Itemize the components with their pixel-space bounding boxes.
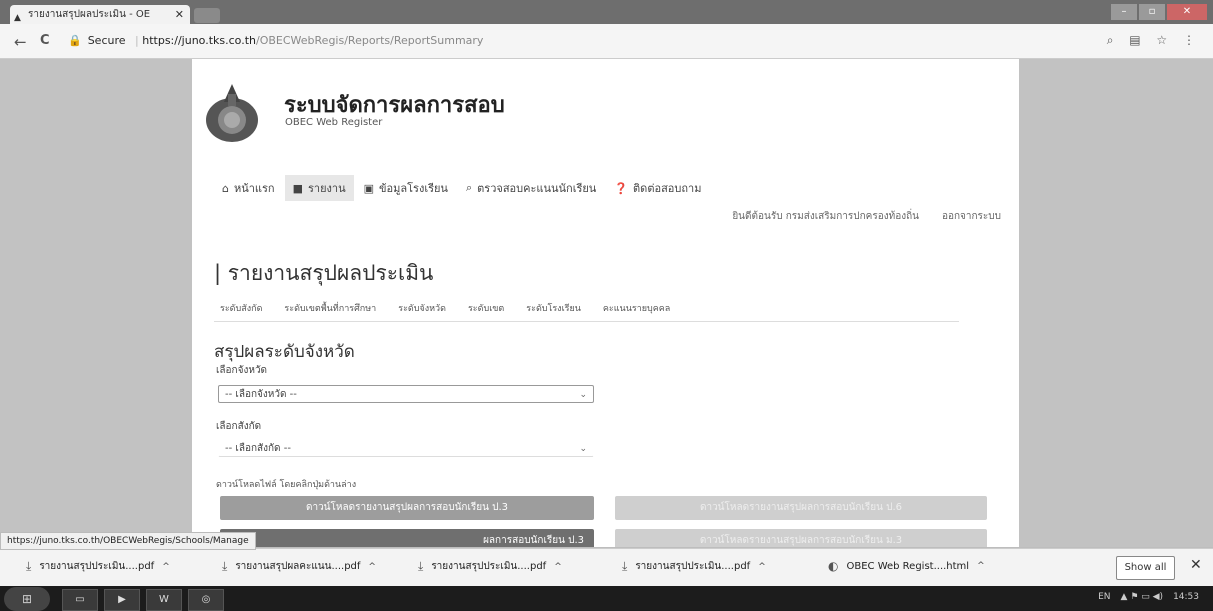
pdf-file-icon: ⤓: [26, 559, 32, 573]
download-m3-button[interactable]: ดาวน์โหลดรายงานสรุปผลการสอบนักเรียน ม.3: [615, 529, 987, 547]
nav-home[interactable]: ⌂ หน้าแรก: [214, 175, 283, 201]
download-name: รายงานสรุปประเมิน....pdf: [431, 561, 547, 572]
chevron-up-icon[interactable]: ^: [758, 562, 766, 572]
tab-district[interactable]: ระดับเขต: [468, 301, 504, 315]
chrome-app-icon[interactable]: ◎: [188, 589, 224, 611]
tab-strip: ▲ รายงานสรุปผลประเมิน - OE ✕ – ▫ ✕: [0, 0, 1213, 24]
download-name: รายงานสรุปประเมิน....pdf: [635, 561, 751, 572]
tabs-divider: [214, 321, 959, 322]
taskbar: ⊞ ▭ ▶ W ◎ EN ▲ ⚑ ▭ ◀) 14:53: [0, 586, 1213, 611]
html-file-icon: ◐: [828, 559, 839, 573]
browser-toolbar: ← C 🔒 Secure | https://juno.tks.co.th/OBE…: [0, 24, 1213, 59]
pdf-file-icon: ⤓: [222, 559, 228, 573]
nav-school[interactable]: ▣ ข้อมูลโรงเรียน: [356, 175, 456, 201]
url-host: https://juno.tks.co.th: [142, 34, 256, 47]
emblem-logo-icon: [206, 84, 258, 142]
question-icon: ❓: [614, 181, 629, 195]
explorer-app-icon[interactable]: ▭: [62, 589, 98, 611]
site-subtitle: OBEC Web Register: [285, 117, 383, 128]
tab-individual[interactable]: คะแนนรายบุคคล: [603, 301, 670, 315]
report-tabs: ระดับสังกัด ระดับเขตพื้นที่การศึกษา ระดั…: [220, 301, 670, 315]
logout-link[interactable]: ออกจากระบบ: [942, 209, 1001, 224]
lock-icon: 🔒: [68, 34, 82, 47]
tab-close-icon[interactable]: ✕: [175, 5, 184, 24]
back-button[interactable]: ←: [14, 33, 27, 51]
affiliation-select-value: -- เลือกสังกัด --: [225, 443, 291, 454]
chevron-up-icon[interactable]: ^: [977, 561, 985, 571]
window-close-button[interactable]: ✕: [1167, 4, 1207, 20]
province-label: เลือกจังหวัด: [216, 365, 268, 376]
download-item[interactable]: ⤓ รายงานสรุปประเมิน....pdf ^: [622, 559, 766, 574]
download-item[interactable]: ⤓ รายงานสรุปประเมิน....pdf ^: [418, 559, 562, 574]
word-app-icon[interactable]: W: [146, 589, 182, 611]
chevron-up-icon[interactable]: ^: [162, 562, 170, 572]
browser-tab[interactable]: ▲ รายงานสรุปผลประเมิน - OE ✕: [10, 5, 190, 24]
language-indicator[interactable]: EN: [1098, 592, 1110, 602]
chevron-up-icon[interactable]: ^: [554, 562, 562, 572]
tray-icons[interactable]: ▲ ⚑ ▭ ◀): [1121, 592, 1164, 602]
toolbar-icons[interactable]: ⌕ ▤ ☆ ⋮: [1107, 33, 1201, 48]
download-item[interactable]: ⤓ รายงานสรุปผลคะแนน....pdf ^: [222, 559, 376, 574]
tab-school[interactable]: ระดับโรงเรียน: [526, 301, 581, 315]
main-nav: ⌂ หน้าแรก ■ รายงาน ▣ ข้อมูลโรงเรียน ⌕ ตร…: [214, 175, 711, 201]
downloads-bar: ⤓ รายงานสรุปประเมิน....pdf ^ ⤓ รายงานสรุ…: [0, 548, 1213, 587]
nav-report[interactable]: ■ รายงาน: [284, 175, 354, 201]
home-icon: ⌂: [222, 181, 229, 195]
section-title: สรุปผลระดับจังหวัด: [214, 342, 355, 362]
download-p6-button[interactable]: ดาวน์โหลดรายงานสรุปผลการสอบนักเรียน ป.6: [615, 496, 987, 520]
download-name: รายงานสรุปประเมิน....pdf: [39, 561, 155, 572]
nav-school-label: ข้อมูลโรงเรียน: [379, 182, 448, 195]
affiliation-label: เลือกสังกัด: [216, 421, 262, 432]
download-name: รายงานสรุปผลคะแนน....pdf: [235, 561, 361, 572]
close-downloads-icon[interactable]: ✕: [1190, 557, 1202, 573]
list-icon: ▣: [363, 181, 375, 195]
download-p3-button[interactable]: ดาวน์โหลดรายงานสรุปผลการสอบนักเรียน ป.3: [220, 496, 594, 520]
media-app-icon[interactable]: ▶: [104, 589, 140, 611]
nav-home-label: หน้าแรก: [233, 182, 275, 195]
chevron-down-icon: ⌄: [579, 444, 587, 454]
window-controls: – ▫ ✕: [1111, 4, 1207, 20]
tab-province[interactable]: ระดับจังหวัด: [398, 301, 446, 315]
chevron-up-icon[interactable]: ^: [368, 562, 376, 572]
book-icon: ■: [292, 181, 303, 195]
page-title: | รายงานสรุปผลประเมิน: [214, 261, 434, 285]
tab-area[interactable]: ระดับเขตพื้นที่การศึกษา: [284, 301, 376, 315]
download-p3-result-button[interactable]: ผลการสอบนักเรียน ป.3: [220, 529, 594, 547]
affiliation-select[interactable]: -- เลือกสังกัด -- ⌄: [218, 439, 594, 457]
start-button[interactable]: ⊞: [4, 587, 50, 611]
download-note: ดาวน์โหลดไฟล์ โดยคลิกปุ่มด้านล่าง: [216, 480, 357, 490]
page-container: ระบบจัดการผลการสอบ OBEC Web Register ⌂ ห…: [192, 59, 1019, 547]
welcome-text: ยินดีต้อนรับ กรมส่งเสริมการปกครองท้องถิ่…: [732, 211, 919, 222]
tab-affiliation[interactable]: ระดับสังกัด: [220, 301, 262, 315]
province-select-value: -- เลือกจังหวัด --: [225, 389, 297, 400]
pdf-file-icon: ⤓: [418, 559, 424, 573]
maximize-button[interactable]: ▫: [1139, 4, 1165, 20]
show-all-button[interactable]: Show all: [1116, 556, 1175, 580]
nav-contact[interactable]: ❓ ติดต่อสอบถาม: [606, 175, 709, 201]
download-item[interactable]: ⤓ รายงานสรุปประเมิน....pdf ^: [26, 559, 170, 574]
status-url: https://juno.tks.co.th/OBECWebRegis/Scho…: [0, 532, 256, 550]
province-select[interactable]: -- เลือกจังหวัด -- ⌄: [218, 385, 594, 403]
nav-check[interactable]: ⌕ ตรวจสอบคะแนนนักเรียน: [458, 175, 604, 201]
scrollbar[interactable]: ▼: [1201, 121, 1211, 547]
reload-button[interactable]: C: [40, 33, 50, 48]
search-icon: ⌕: [465, 181, 473, 194]
nav-report-label: รายงาน: [308, 182, 346, 195]
page-viewport: ระบบจัดการผลการสอบ OBEC Web Register ⌂ ห…: [0, 59, 1213, 547]
chevron-down-icon: ⌄: [579, 390, 587, 400]
nav-check-label: ตรวจสอบคะแนนนักเรียน: [477, 182, 597, 195]
new-tab-button[interactable]: [194, 8, 220, 23]
nav-contact-label: ติดต่อสอบถาม: [633, 182, 702, 195]
minimize-button[interactable]: –: [1111, 4, 1137, 20]
download-name: OBEC Web Regist....html: [846, 560, 970, 572]
secure-label: Secure: [87, 34, 126, 47]
pdf-file-icon: ⤓: [622, 559, 628, 573]
tab-title: รายงานสรุปผลประเมิน - OE: [28, 9, 151, 20]
system-tray: EN ▲ ⚑ ▭ ◀) 14:53: [1098, 592, 1199, 602]
address-bar[interactable]: 🔒 Secure | https://juno.tks.co.th/OBECWeb…: [68, 30, 1103, 52]
download-item[interactable]: ◐ OBEC Web Regist....html ^: [828, 559, 985, 573]
clock[interactable]: 14:53: [1173, 592, 1199, 602]
url-path: /OBECWebRegis/Reports/ReportSummary: [256, 34, 484, 47]
